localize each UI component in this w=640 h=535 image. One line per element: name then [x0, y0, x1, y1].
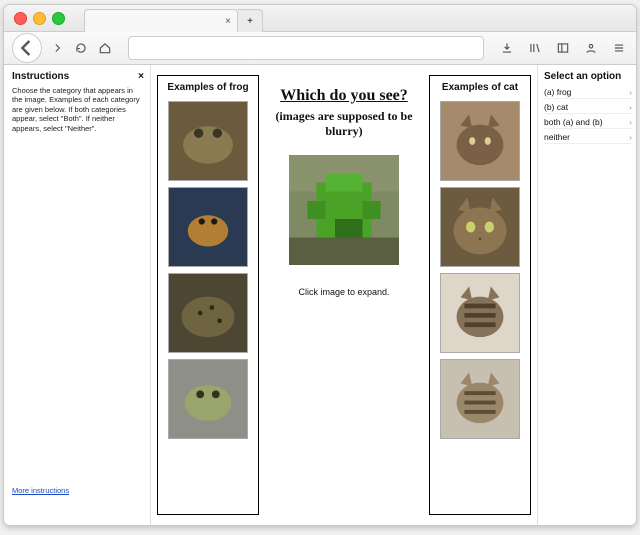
- examples-a-list: [162, 101, 254, 439]
- browser-window: × +: [3, 4, 637, 526]
- example-image[interactable]: [440, 273, 520, 353]
- chevron-right-icon: ›: [629, 102, 632, 112]
- minimize-window-button[interactable]: [33, 12, 46, 25]
- example-image[interactable]: [440, 101, 520, 181]
- zoom-window-button[interactable]: [52, 12, 65, 25]
- instructions-text: Choose the category that appears in the …: [12, 86, 144, 133]
- question-caption: Click image to expand.: [298, 287, 389, 297]
- home-button[interactable]: [96, 39, 114, 57]
- instructions-heading: Instructions: [12, 71, 69, 82]
- library-icon: [528, 41, 542, 55]
- question-subtitle: (images are supposed to be blurry): [269, 109, 419, 139]
- reload-icon: [74, 41, 88, 55]
- titlebar: × +: [4, 5, 636, 32]
- tab-strip: × +: [84, 9, 263, 32]
- home-icon: [98, 41, 112, 55]
- url-input[interactable]: [128, 36, 484, 60]
- option-neither[interactable]: neither ›: [544, 131, 632, 144]
- task-area: Examples of frog Which do you see? (imag…: [151, 65, 537, 525]
- examples-column-b: Examples of cat: [429, 75, 531, 515]
- account-button[interactable]: [582, 39, 600, 57]
- chevron-right-icon: ›: [629, 117, 632, 127]
- new-tab-button[interactable]: +: [238, 9, 263, 32]
- back-button[interactable]: [12, 33, 42, 63]
- instructions-close-icon[interactable]: ×: [138, 71, 144, 82]
- example-image[interactable]: [440, 359, 520, 439]
- library-button[interactable]: [526, 39, 544, 57]
- examples-a-title: Examples of frog: [167, 82, 248, 93]
- window-controls: [14, 12, 65, 25]
- example-image[interactable]: [168, 101, 248, 181]
- toolbar-right: [498, 39, 628, 57]
- question-column: Which do you see? (images are supposed t…: [265, 75, 423, 515]
- reload-button[interactable]: [72, 39, 90, 57]
- arrow-right-icon: [50, 41, 64, 55]
- question-image[interactable]: [289, 155, 399, 265]
- examples-b-title: Examples of cat: [442, 82, 518, 93]
- download-icon: [500, 41, 514, 55]
- tab-close-icon[interactable]: ×: [225, 16, 231, 27]
- navbar: [4, 32, 636, 65]
- sidebar-button[interactable]: [554, 39, 572, 57]
- option-label: neither: [544, 132, 570, 142]
- arrow-left-icon: [13, 34, 41, 62]
- option-label: both (a) and (b): [544, 117, 603, 127]
- option-b[interactable]: (b) cat ›: [544, 101, 632, 114]
- downloads-button[interactable]: [498, 39, 516, 57]
- options-title: Select an option: [544, 71, 632, 82]
- account-icon: [584, 41, 598, 55]
- page: Instructions × Choose the category that …: [4, 65, 636, 525]
- option-label: (a) frog: [544, 87, 571, 97]
- chevron-right-icon: ›: [629, 132, 632, 142]
- examples-column-a: Examples of frog: [157, 75, 259, 515]
- example-image[interactable]: [440, 187, 520, 267]
- examples-b-list: [434, 101, 526, 439]
- chevron-right-icon: ›: [629, 87, 632, 97]
- more-instructions-link[interactable]: More instructions: [12, 486, 144, 495]
- sidebar-icon: [556, 41, 570, 55]
- question-title: Which do you see?: [280, 87, 408, 105]
- options-panel: Select an option (a) frog › (b) cat › bo…: [537, 65, 636, 525]
- menu-button[interactable]: [610, 39, 628, 57]
- instructions-panel: Instructions × Choose the category that …: [4, 65, 151, 525]
- example-image[interactable]: [168, 187, 248, 267]
- close-window-button[interactable]: [14, 12, 27, 25]
- options-list: (a) frog › (b) cat › both (a) and (b) › …: [544, 86, 632, 144]
- plus-icon: +: [247, 16, 253, 27]
- option-label: (b) cat: [544, 102, 568, 112]
- option-both[interactable]: both (a) and (b) ›: [544, 116, 632, 129]
- example-image[interactable]: [168, 273, 248, 353]
- forward-button[interactable]: [48, 39, 66, 57]
- hamburger-icon: [612, 41, 626, 55]
- browser-tab[interactable]: ×: [84, 9, 238, 32]
- example-image[interactable]: [168, 359, 248, 439]
- option-a[interactable]: (a) frog ›: [544, 86, 632, 99]
